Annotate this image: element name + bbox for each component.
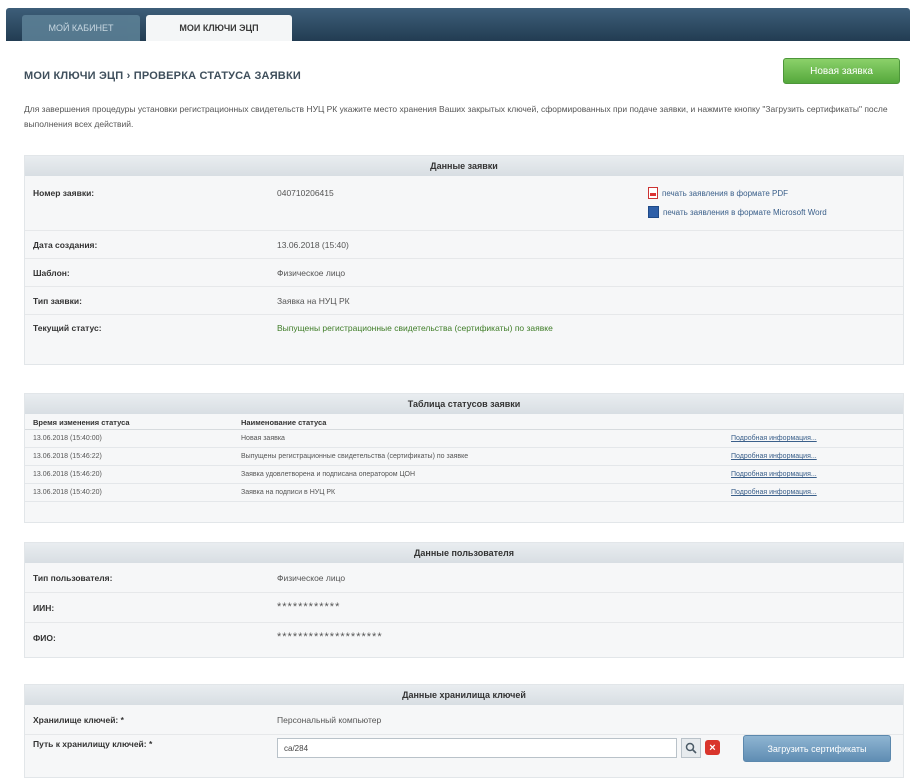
delete-icon[interactable]: × xyxy=(705,740,720,755)
print-word-label: печать заявления в формате Microsoft Wor… xyxy=(663,207,827,217)
details-link[interactable]: Подробная информация... xyxy=(723,429,903,448)
template-value: Физическое лицо xyxy=(277,268,346,278)
row-status: Выпущены регистрационные свидетельства (… xyxy=(233,447,723,466)
page-title: Мои ключи ЭЦП › Проверка статуса заявки xyxy=(24,70,301,82)
storage-path-row: Путь к хранилищу ключей: * × Загрузить с… xyxy=(25,735,903,773)
storage-type-value: Персональный компьютер xyxy=(277,715,382,725)
status-row: Текущий статус: Выпущены регистрационные… xyxy=(25,315,903,355)
tab-my-cabinet[interactable]: Мой кабинет xyxy=(22,15,140,41)
col-time-header: Время изменения статуса xyxy=(25,414,233,430)
iin-row: ИИН: ************ xyxy=(25,593,903,623)
col-name-header: Наименование статуса xyxy=(233,414,723,430)
storage-path-label: Путь к хранилищу ключей: * xyxy=(33,739,153,749)
print-word-link[interactable]: печать заявления в формате Microsoft Wor… xyxy=(648,206,827,218)
user-type-label: Тип пользователя: xyxy=(33,573,113,583)
pdf-icon xyxy=(648,187,658,199)
table-row: 13.06.2018 (15:46:20) Заявка удовлетворе… xyxy=(25,465,903,484)
fio-row: ФИО: ******************** xyxy=(25,623,903,657)
word-icon xyxy=(648,206,659,218)
status-history-head: Время изменения статуса Наименование ста… xyxy=(25,414,903,430)
row-status: Заявка удовлетворена и подписана операто… xyxy=(233,465,723,484)
created-value: 13.06.2018 (15:40) xyxy=(277,240,349,250)
user-type-row: Тип пользователя: Физическое лицо xyxy=(25,563,903,593)
intro-text: Для завершения процедуры установки регис… xyxy=(24,104,888,129)
details-link[interactable]: Подробная информация... xyxy=(723,465,903,484)
row-time: 13.06.2018 (15:40:20) xyxy=(25,483,233,502)
print-pdf-link[interactable]: печать заявления в формате PDF xyxy=(648,187,788,199)
table-row: 13.06.2018 (15:46:22) Выпущены регистрац… xyxy=(25,447,903,466)
storage-path-input[interactable] xyxy=(277,738,677,758)
row-status: Заявка на подписи в НУЦ РК xyxy=(233,483,723,502)
request-number-row: Номер заявки: 040710206415 печать заявле… xyxy=(25,176,903,231)
iin-value: ************ xyxy=(277,601,341,613)
request-number-label: Номер заявки: xyxy=(33,188,95,198)
row-time: 13.06.2018 (15:40:00) xyxy=(25,429,233,448)
request-type-row: Тип заявки: Заявка на НУЦ РК xyxy=(25,287,903,315)
fio-value: ******************** xyxy=(277,631,383,643)
print-pdf-label: печать заявления в формате PDF xyxy=(662,188,789,198)
details-link[interactable]: Подробная информация... xyxy=(723,483,903,502)
status-text: Выпущены регистрационные свидетельства (… xyxy=(277,323,553,333)
tab-my-keys[interactable]: Мои ключи ЭЦП xyxy=(146,15,292,41)
new-request-button[interactable]: Новая заявка xyxy=(783,58,900,84)
request-type-value: Заявка на НУЦ РК xyxy=(277,296,350,306)
fio-label: ФИО: xyxy=(33,633,56,643)
row-time: 13.06.2018 (15:46:22) xyxy=(25,447,233,466)
tab-bar: Мой кабинет Мои ключи ЭЦП xyxy=(6,8,910,41)
created-row: Дата создания: 13.06.2018 (15:40) xyxy=(25,231,903,259)
template-row: Шаблон: Физическое лицо xyxy=(25,259,903,287)
key-storage-section: Данные хранилища ключей Хранилище ключей… xyxy=(24,684,904,778)
status-label: Текущий статус: xyxy=(33,323,102,333)
table-row: 13.06.2018 (15:40:20) Заявка на подписи … xyxy=(25,483,903,502)
col-more-header xyxy=(723,414,903,430)
status-value: Выпущены регистрационные свидетельства (… xyxy=(277,323,553,333)
template-label: Шаблон: xyxy=(33,268,70,278)
load-certificates-button[interactable]: Загрузить сертификаты xyxy=(743,735,891,762)
iin-label: ИИН: xyxy=(33,603,55,613)
row-time: 13.06.2018 (15:46:20) xyxy=(25,465,233,484)
storage-type-row: Хранилище ключей: * Персональный компьют… xyxy=(25,705,903,735)
request-data-section: Данные заявки Номер заявки: 040710206415… xyxy=(24,155,904,365)
request-type-label: Тип заявки: xyxy=(33,296,82,306)
created-label: Дата создания: xyxy=(33,240,98,250)
storage-type-label: Хранилище ключей: * xyxy=(33,715,124,725)
browse-button[interactable] xyxy=(681,738,701,758)
user-data-header: Данные пользователя xyxy=(25,543,903,563)
request-number-value: 040710206415 xyxy=(277,188,334,198)
status-history-header: Таблица статусов заявки xyxy=(25,394,903,414)
status-history-table: Время изменения статуса Наименование ста… xyxy=(25,414,903,502)
status-history-section: Таблица статусов заявки Время изменения … xyxy=(24,393,904,523)
search-icon xyxy=(685,742,697,754)
table-row: 13.06.2018 (15:40:00) Новая заявка Подро… xyxy=(25,429,903,448)
key-storage-header: Данные хранилища ключей xyxy=(25,685,903,705)
details-link[interactable]: Подробная информация... xyxy=(723,447,903,466)
row-status: Новая заявка xyxy=(233,429,723,448)
request-data-header: Данные заявки xyxy=(25,156,903,176)
user-data-section: Данные пользователя Тип пользователя: Фи… xyxy=(24,542,904,658)
user-type-value: Физическое лицо xyxy=(277,573,346,583)
